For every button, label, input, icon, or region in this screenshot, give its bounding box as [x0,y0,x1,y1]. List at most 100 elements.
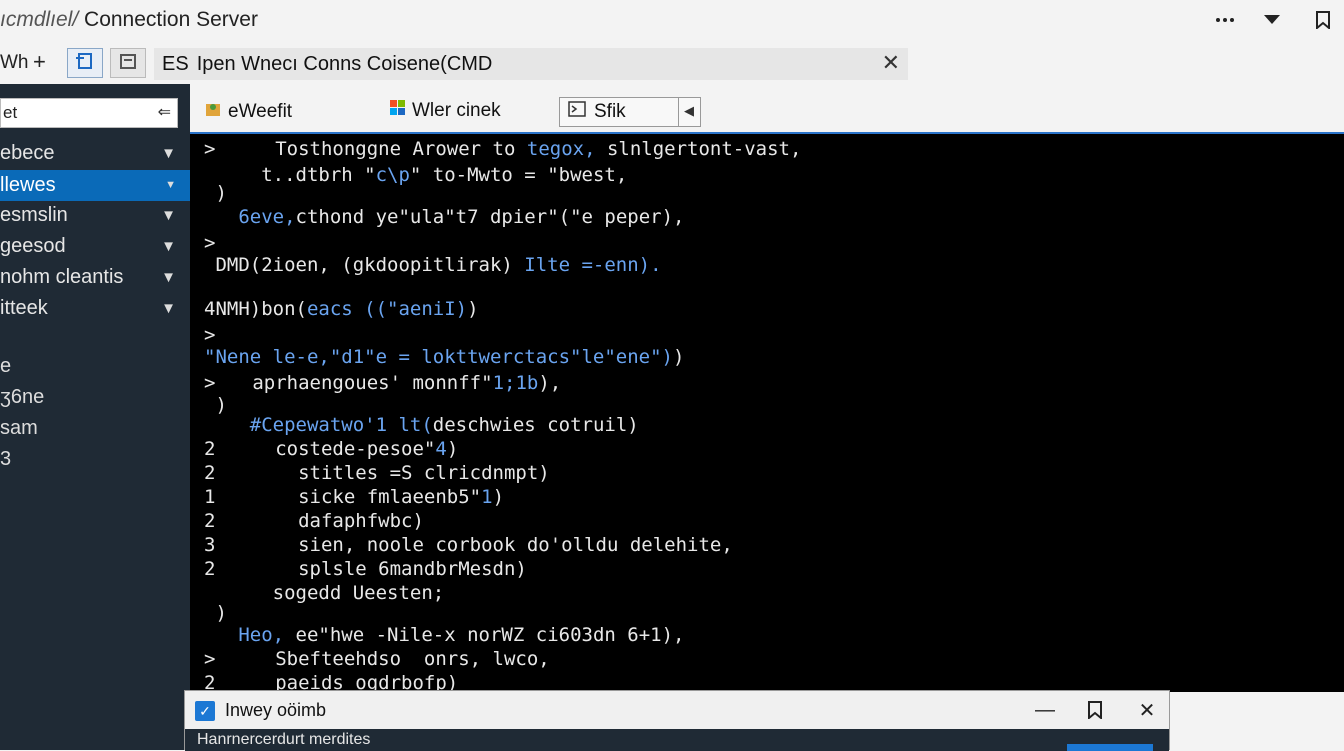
line-rest: cthond ye"ula"t7 dpier"("e peper), [295,206,685,228]
line-text: DMD(2ioen, (gkdoopitlirak) [204,254,525,276]
window-title: ıcmdlıel/ Connection Server [0,8,258,32]
add-tab-button[interactable]: + [33,49,46,75]
chevron-down-icon[interactable]: ▼ [161,200,176,231]
line-text [204,414,250,436]
sidebar-item-active[interactable]: llewes ▼ [0,170,190,201]
chevron-down-icon[interactable]: ▼ [161,231,176,262]
divider [678,98,679,126]
paste-button[interactable] [110,48,146,78]
popup-body-text: Hanrnercerdurt merdites [197,731,371,748]
tab-wler-cinek[interactable]: Wler cinek [390,100,501,122]
sidebar-search-input[interactable]: et ⇐ [0,98,178,128]
sidebar-item[interactable]: geesod ▼ [0,231,190,262]
sidebar-item[interactable]: ebece ▼ [0,138,190,169]
close-icon[interactable]: ✕ [882,50,900,76]
address-prefix: ES [162,52,189,75]
line-highlight: Ilte =-enn). [524,254,662,276]
line-text: sogedd Ueesten; [204,582,445,604]
line-rest: ) [446,438,459,460]
toolbar: Wh + ES Ipen Wnecı Conns Coisene(CMD ✕ [0,42,1344,84]
terminal-line: Heo, ee"hwe -Nile-x norWZ ci603dn 6+1), [204,624,684,646]
chevron-down-icon[interactable]: ▼ [161,293,176,324]
sidebar-item-label: geesod [0,235,66,257]
terminal-line: ) [204,182,241,204]
chevron-down-icon[interactable]: ▼ [161,262,176,293]
triangle-left-icon[interactable]: ◀ [684,103,694,119]
line-highlight: 6eve, [238,206,296,228]
package-icon [204,100,222,124]
line-rest: slnlgertont-vast, [595,138,802,160]
line-prefix: 2 [204,438,216,460]
sidebar-item-label: esmslin [0,204,68,226]
terminal-line: > Tosthonggne Arower to tegox, slnlgerto… [204,138,801,160]
sidebar-item[interactable]: esmslin ▼ [0,200,190,231]
windows-icon [390,100,406,122]
line-rest: " to-Mwto = "bwest, [409,164,628,186]
terminal-line: 6eve,cthond ye"ula"t7 dpier"("e peper), [204,206,684,228]
terminal-line: #Cepewatwo'1 lt(deschwies cotruil) [204,414,639,436]
terminal-line: ) [204,394,241,416]
line-highlight: #Cepewatwo'1 lt( [249,414,433,436]
line-text: Sbefteehdso onrs, lwco, [229,648,550,670]
line-rest: ) [467,298,479,320]
copy-icon [75,51,95,76]
line-highlight: Heo, [238,624,285,646]
triangle-down-icon[interactable] [1257,6,1287,34]
line-prefix: 2 [204,510,216,532]
title-bar: ıcmdlıel/ Connection Server [0,0,1344,40]
bookmark-icon[interactable] [1308,6,1338,34]
line-text: aprhaengoues' monnff" [229,372,493,394]
tab-label: eWeefit [228,101,293,122]
sidebar-text[interactable]: e [0,355,11,378]
more-dots-icon[interactable] [1210,6,1240,34]
terminal-line: sogedd Ueesten; [204,582,445,604]
inner-tab-bar: eWeefit Wler cinek Sfik ◀ [190,94,1344,132]
line-rest: deschwies cotruil) [432,414,639,436]
line-highlight: 1;1b [492,372,539,394]
popup-title: Inwey oöimb [225,700,327,720]
line-text: Tosthonggne Arower to [229,138,527,160]
terminal-line: t..dtbrh "c\p" to-Mwto = "bwest, [204,164,627,186]
line-rest: ) [673,346,685,368]
tab-eweefit[interactable]: eWeefit [204,100,292,124]
close-button[interactable]: ✕ [1133,697,1161,723]
terminal-line: 2 stitles =S clricdnmpt) [204,462,550,484]
terminal-line: 3 sien, noole corbook do'olldu delehite, [204,534,733,556]
line-text: costede-pesoe" [229,438,436,460]
line-prefix: > [204,648,216,670]
line-prefix: > [204,324,216,346]
line-prefix: 2 [204,462,216,484]
sidebar-search-value: et [3,103,18,122]
terminal-line: > aprhaengoues' monnff"1;1b), [204,372,561,394]
line-prefix: ) [204,394,227,416]
line-prefix: 1 [204,486,216,508]
chevron-down-icon[interactable]: ▼ [161,138,176,169]
line-highlight: tegox, [526,138,596,160]
popup-body: Hanrnercerdurt merdites [185,729,1169,751]
line-prefix: > [204,372,216,394]
terminal-line: "Nene le-e,"d1"e = lokttwerctacs"le"ene"… [204,346,684,368]
sidebar-item[interactable]: itteek ▼ [0,293,190,324]
line-rest: ee"hwe -Nile-x norWZ ci603dn 6+1), [284,624,685,646]
sidebar-text[interactable]: 3 [0,448,11,471]
sidebar-text[interactable]: ӡ6ne [0,386,44,409]
sidebar-item[interactable]: nohm cleantis ▼ [0,262,190,293]
address-bar[interactable]: ES Ipen Wnecı Conns Coisene(CMD ✕ [154,48,908,80]
sidebar-item-label: llewes [0,174,56,196]
back-arrow-icon[interactable]: ⇐ [158,99,171,127]
copy-button[interactable] [67,48,103,78]
minimize-button[interactable]: — [1031,697,1059,723]
terminal-line: > Sbefteehdso onrs, lwco, [204,648,550,670]
bookmark-icon[interactable] [1081,697,1109,723]
line-highlight: c\p [375,164,410,186]
terminal-line: ) [204,602,241,624]
window-label[interactable]: Wh [0,52,29,74]
line-prefix: 2 [204,558,216,580]
app-icon: ✓ [195,701,215,721]
sidebar-text[interactable]: sam [0,417,38,440]
terminal-output[interactable]: > Tosthonggne Arower to tegox, slnlgerto… [190,132,1344,694]
tab-sfik[interactable]: Sfik ◀ [559,97,701,127]
line-text: stitles =S clricdnmpt) [229,462,550,484]
chevron-down-icon[interactable]: ▼ [165,170,176,201]
line-text: dafaphfwbc) [229,510,424,532]
